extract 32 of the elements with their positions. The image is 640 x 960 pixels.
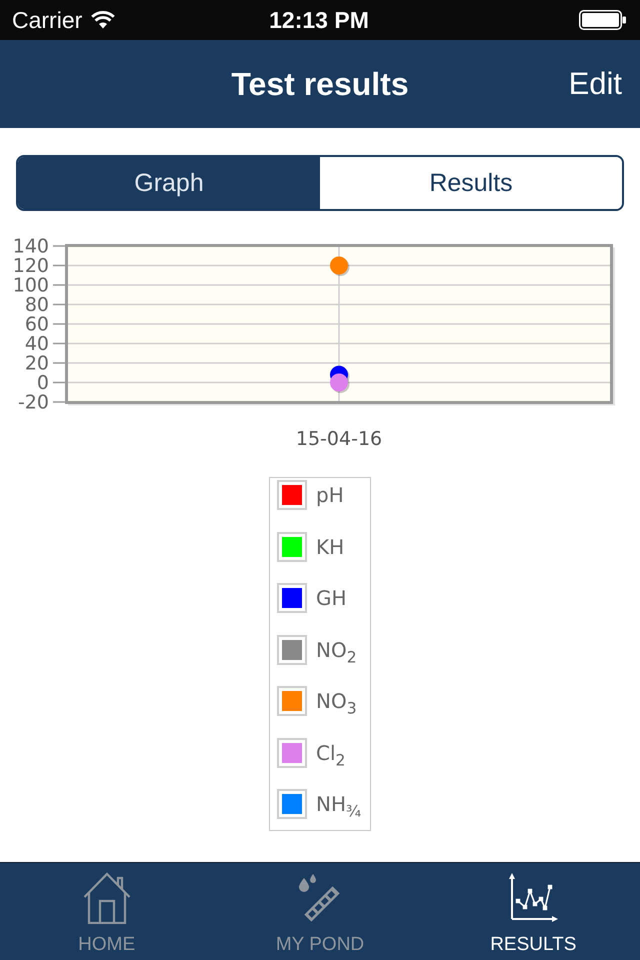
battery-icon (579, 10, 626, 30)
edit-button[interactable]: Edit (568, 66, 622, 102)
home-icon (82, 872, 131, 924)
carrier-label: Carrier (12, 6, 82, 34)
y-axis-label: -20 (18, 392, 49, 414)
clock-time: 12:13 PM (269, 6, 369, 34)
data-point (330, 374, 350, 393)
screen-title: Test results (231, 66, 409, 102)
legend-label: NO$_{3}$ (316, 689, 357, 713)
tab-bar-item[interactable]: RESULTS (426, 863, 640, 960)
line-chart-icon (508, 873, 558, 923)
y-axis-label: 100 (12, 274, 49, 296)
y-axis-label: 80 (24, 294, 49, 316)
legend-label: GH (316, 586, 347, 610)
tab-bar-item[interactable]: MY POND (213, 863, 427, 960)
segment-tab[interactable]: Graph (18, 157, 320, 209)
wifi-icon (91, 11, 116, 29)
legend-label: pH (316, 483, 344, 507)
legend-label: Cl$_{2}$ (316, 740, 346, 764)
y-axis-label: 140 (12, 236, 49, 258)
y-axis-label: 40 (24, 333, 49, 355)
test-strip-icon (298, 874, 342, 922)
legend-label: NO$_{2}$ (316, 638, 357, 662)
x-axis-label: 15-04-16 (296, 428, 382, 450)
tab-bar-item[interactable]: HOME (0, 863, 214, 960)
legend-label: KH (316, 534, 344, 558)
y-axis-label: 0 (36, 372, 49, 394)
y-axis-label: 20 (24, 352, 49, 374)
y-axis-label: 60 (24, 314, 49, 336)
legend-label: NH$_{¾}$ (316, 792, 362, 816)
data-point (330, 256, 350, 276)
y-axis-label: 120 (12, 255, 49, 277)
